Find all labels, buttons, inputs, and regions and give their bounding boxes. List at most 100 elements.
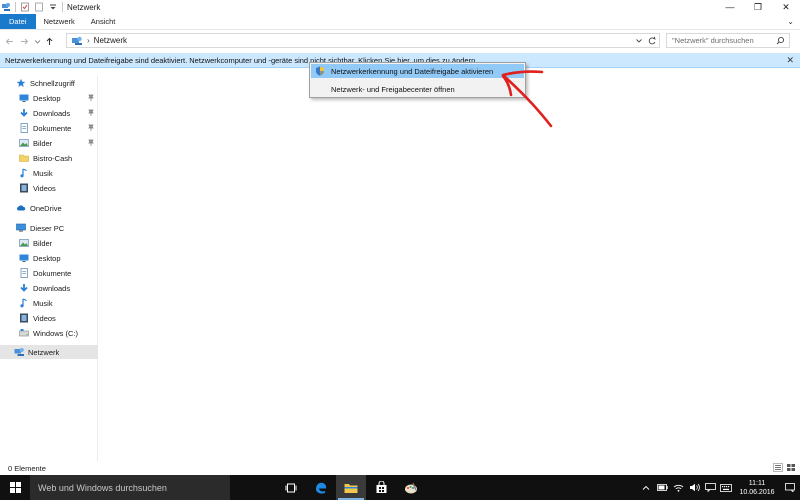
music-icon [19,168,29,178]
action-center-button[interactable] [780,483,800,492]
sidebar-item-videos[interactable]: Videos [19,181,56,195]
sidebar-item-this-pc[interactable]: Dieser PC [16,221,64,235]
customize-toolbar-icon[interactable] [48,2,58,12]
menu-item-enable-network-discovery[interactable]: Netzwerkerkennung und Dateifreigabe akti… [311,64,524,78]
sidebar-item-label: Bilder [33,238,53,248]
sidebar-item-label: Windows (C:) [33,328,79,338]
chevron-down-icon [34,39,40,44]
toolbar-divider [15,2,16,12]
sidebar-item-pictures[interactable]: Bilder [19,136,52,150]
sidebar-item-windows-drive[interactable]: Windows (C:) [19,326,78,340]
music-icon [19,298,29,308]
network-icon [14,347,24,357]
sidebar-item-music[interactable]: Musik [19,166,53,180]
search-placeholder: "Netzwerk" durchsuchen [672,36,754,45]
sidebar-item-label: Dokumente [33,123,72,133]
battery-icon[interactable] [654,475,670,500]
sidebar-item-pc-videos[interactable]: Videos [19,311,56,325]
minimize-button[interactable]: — [716,0,744,14]
file-explorer-button[interactable] [336,475,366,500]
pin-icon [88,109,94,118]
up-button[interactable] [42,32,57,50]
clock-date: 10.06.2016 [739,488,775,496]
window-title: Netzwerk [67,2,101,12]
star-icon [16,78,26,88]
sidebar-item-pc-documents[interactable]: Dokumente [19,266,71,280]
cloud-icon [16,203,26,213]
download-icon [19,108,29,118]
edge-icon [316,482,327,494]
task-view-button[interactable] [276,475,306,500]
sidebar-item-network[interactable]: Netzwerk [0,345,98,359]
wifi-icon[interactable] [670,475,686,500]
file-explorer-icon [344,483,358,493]
sidebar-item-label: Downloads [33,283,71,293]
shield-icon [315,66,325,78]
forward-button[interactable] [17,32,32,50]
recent-locations-button[interactable] [32,32,42,50]
address-dropdown-button[interactable] [635,35,643,49]
search-input[interactable]: "Netzwerk" durchsuchen [666,33,790,48]
properties-icon[interactable] [20,2,30,12]
tab-network[interactable]: Netzwerk [36,14,83,29]
chevron-down-icon[interactable]: ⌄ [787,17,794,26]
documents-icon [19,123,29,133]
paint-icon [405,482,417,493]
pin-icon [88,94,94,103]
refresh-button[interactable] [647,35,657,49]
edge-button[interactable] [306,475,336,500]
sidebar-item-pc-desktop[interactable]: Desktop [19,251,61,265]
close-icon[interactable]: ✕ [786,55,794,66]
system-tray: 11:11 10.06.2016 [638,475,800,500]
sidebar-item-pc-downloads[interactable]: Downloads [19,281,70,295]
new-folder-icon[interactable] [34,2,44,12]
pin-icon [88,139,94,148]
start-button[interactable] [0,475,30,500]
store-icon [376,481,386,493]
arrow-up-icon [46,37,53,45]
breadcrumb-network[interactable]: Netzwerk [94,36,127,45]
sidebar-item-label: Schnellzugriff [30,78,75,88]
pictures-icon [19,138,29,148]
sidebar-item-bistro-cash[interactable]: Bistro-Cash [19,151,72,165]
show-hidden-icons-button[interactable] [638,475,654,500]
large-icons-view-icon[interactable] [786,463,796,474]
notification-icon [785,483,795,492]
menu-item-open-network-center[interactable]: Netzwerk- und Freigabecenter öffnen [311,82,524,96]
quick-access-toolbar [0,0,63,14]
sidebar-item-label: Bilder [33,138,53,148]
clock[interactable]: 11:11 10.06.2016 [734,479,780,497]
folder-icon [19,153,29,163]
sidebar-item-desktop[interactable]: Desktop [19,91,61,105]
drive-icon [19,328,29,338]
sidebar-item-documents[interactable]: Dokumente [19,121,71,135]
clock-time: 11:11 [748,479,766,487]
tab-view[interactable]: Ansicht [83,14,124,29]
store-button[interactable] [366,475,396,500]
sidebar-item-pc-music[interactable]: Musik [19,296,53,310]
keyboard-icon[interactable] [718,475,734,500]
maximize-button[interactable]: ❐ [744,0,772,14]
chat-icon[interactable] [702,475,718,500]
desktop-icon [19,93,29,103]
sidebar-item-label: OneDrive [30,203,62,213]
address-bar[interactable]: › Netzwerk [66,33,660,48]
back-button[interactable] [2,32,17,50]
sidebar-item-label: Dokumente [33,268,72,278]
sidebar-item-quick-access[interactable]: Schnellzugriff [16,76,75,90]
sidebar-item-downloads[interactable]: Downloads [19,106,70,120]
desktop-icon [19,253,29,263]
download-icon [19,283,29,293]
tab-file[interactable]: Datei [0,14,36,29]
taskbar-search-input[interactable]: Web und Windows durchsuchen [30,475,230,500]
sidebar-item-label: Dieser PC [30,223,65,233]
sidebar-item-pc-pictures[interactable]: Bilder [19,236,52,250]
menu-item-label: Netzwerkerkennung und Dateifreigabe akti… [331,66,494,76]
paint-button[interactable] [396,475,426,500]
pictures-icon [19,238,29,248]
details-view-icon[interactable] [773,463,783,474]
volume-icon[interactable] [686,475,702,500]
sidebar-item-label: Musik [33,168,53,178]
sidebar-item-onedrive[interactable]: OneDrive [16,201,62,215]
close-button[interactable]: ✕ [772,0,800,14]
